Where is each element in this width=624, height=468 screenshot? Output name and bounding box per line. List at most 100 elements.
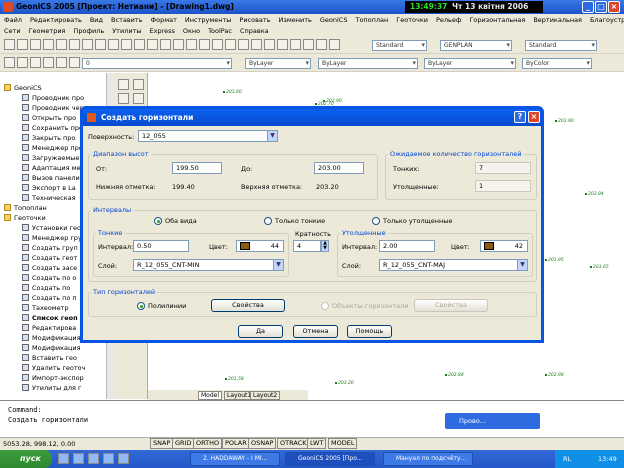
tree-item[interactable]: GeoniCS <box>4 83 42 93</box>
status-toggle-otrack[interactable]: OTRACK <box>277 438 310 449</box>
toolbar-tool-icon[interactable] <box>4 39 15 50</box>
toolbar-tool-icon[interactable] <box>199 39 210 50</box>
tree-item[interactable]: Открыть про <box>22 113 76 123</box>
tree-item[interactable]: Экспорт в La <box>22 183 76 193</box>
menu-item[interactable]: Вертикальная <box>529 14 586 24</box>
menu-item[interactable]: GeoniCS <box>316 14 352 24</box>
layer-tool-icon[interactable] <box>4 57 15 68</box>
tree-item[interactable]: Удалить геоточ <box>22 363 86 373</box>
multiplicity-input[interactable]: 4 <box>293 240 321 252</box>
menu-item[interactable]: Топоплан <box>351 14 392 24</box>
quicklaunch-icon[interactable] <box>118 453 129 464</box>
thin-interval-input[interactable]: 0.50 <box>133 240 189 252</box>
radio-both-types[interactable] <box>154 217 162 225</box>
tree-item[interactable]: Проводник чер <box>22 103 84 113</box>
status-toggle-polar[interactable]: POLAR <box>222 438 250 449</box>
menu-item[interactable]: Геометрия <box>25 25 70 35</box>
multiplicity-spinner[interactable]: ▲ ▼ <box>321 240 329 252</box>
toolbar-tool-icon[interactable] <box>160 39 171 50</box>
tree-item[interactable]: Создать засе <box>22 263 77 273</box>
toolbar-tool-icon[interactable] <box>43 39 54 50</box>
layer-tool-icon[interactable] <box>43 57 54 68</box>
lineweight-select[interactable]: ByLayer <box>424 58 516 69</box>
surface-select[interactable]: 12_055 ▼ <box>138 130 278 142</box>
layer-tool-icon[interactable] <box>69 57 80 68</box>
status-toggle-osnap[interactable]: OSNAP <box>248 438 277 449</box>
radio-thin-only[interactable] <box>264 217 272 225</box>
menu-item[interactable]: Формат <box>147 14 181 24</box>
menu-item[interactable]: Редактировать <box>26 14 86 24</box>
tree-item[interactable]: Топоплан <box>4 203 47 213</box>
thick-layer-select[interactable]: R_12_055_CNT-MAJ ▼ <box>379 259 528 271</box>
menu-item[interactable]: Инструменты <box>181 14 236 24</box>
polyline-properties-button[interactable]: Свойства <box>211 299 285 312</box>
toolbar-tool-icon[interactable] <box>251 39 262 50</box>
tree-item[interactable]: Тахеометр <box>22 303 69 313</box>
taskbar-task[interactable]: GeoniCS 2005 [Про... <box>285 452 375 466</box>
maximize-button[interactable]: □ <box>595 1 607 13</box>
layer-select[interactable]: 0 <box>82 58 232 69</box>
thin-layer-select[interactable]: R_12_055_CNT-MIN ▼ <box>133 259 284 271</box>
quicklaunch-icon[interactable] <box>88 453 99 464</box>
quicklaunch-icon[interactable] <box>58 453 69 464</box>
menu-item[interactable]: ToolPac <box>204 25 236 35</box>
minimized-window[interactable]: Прово... <box>445 413 540 429</box>
toolbar-tool-icon[interactable] <box>186 39 197 50</box>
menu-item[interactable]: Рисовать <box>235 14 274 24</box>
toolbar-tool-icon[interactable] <box>238 39 249 50</box>
tree-item[interactable]: Редактирова <box>22 323 76 333</box>
tree-item[interactable]: Закрыть про <box>22 133 75 143</box>
layer-tool-icon[interactable] <box>17 57 28 68</box>
minimize-button[interactable]: _ <box>582 1 594 13</box>
layout-tab[interactable]: Model <box>198 391 223 400</box>
status-toggle-ortho[interactable]: ORTHO <box>193 438 223 449</box>
tree-item[interactable]: Импорт-экспор <box>22 373 84 383</box>
dim-style-select[interactable]: GENPLAN <box>440 40 512 51</box>
tree-item[interactable]: Создать по п <box>22 293 77 303</box>
menu-item[interactable]: Изменить <box>275 14 316 24</box>
tree-item[interactable]: Проводник про <box>22 93 84 103</box>
toolbar-tool-icon[interactable] <box>134 39 145 50</box>
toolbar-tool-icon[interactable] <box>95 39 106 50</box>
layer-tool-icon[interactable] <box>56 57 67 68</box>
toolbar-tool-icon[interactable] <box>290 39 301 50</box>
status-toggle-lwt[interactable]: LWT <box>307 438 327 449</box>
toolbar-tool-icon[interactable] <box>69 39 80 50</box>
menu-item[interactable]: Справка <box>236 25 273 35</box>
tree-item[interactable]: Загружаемые <box>22 153 79 163</box>
menu-item[interactable]: Express <box>146 25 179 35</box>
menu-item[interactable]: Рельеф <box>432 14 465 24</box>
start-button[interactable]: пуск <box>0 450 52 468</box>
toolbar-tool-icon[interactable] <box>56 39 67 50</box>
plotstyle-select[interactable]: ByColor <box>522 58 592 69</box>
help-button[interactable]: Помощь <box>347 325 392 338</box>
toolbar-tool-icon[interactable] <box>108 39 119 50</box>
draw-tool-icon[interactable] <box>133 93 144 104</box>
toolbar-tool-icon[interactable] <box>212 39 223 50</box>
tree-item[interactable]: Менеджер про <box>22 143 83 153</box>
quicklaunch-icon[interactable] <box>73 453 84 464</box>
radio-thick-only[interactable] <box>372 217 380 225</box>
menu-item[interactable]: Благоустройство <box>586 14 624 24</box>
toolbar-tool-icon[interactable] <box>173 39 184 50</box>
to-input[interactable]: 203.00 <box>314 162 364 174</box>
close-button[interactable]: × <box>608 1 620 13</box>
status-toggle-grid[interactable]: GRID <box>172 438 195 449</box>
tree-item[interactable]: Установки гео <box>22 223 81 233</box>
toolbar-tool-icon[interactable] <box>316 39 327 50</box>
toolbar-tool-icon[interactable] <box>82 39 93 50</box>
tree-item[interactable]: Создать по о <box>22 273 76 283</box>
menu-item[interactable]: Файл <box>0 14 26 24</box>
thick-interval-input[interactable]: 2.00 <box>379 240 435 252</box>
tree-item[interactable]: Техническая <box>22 193 76 203</box>
tree-item[interactable]: Создать груп <box>22 243 78 253</box>
ok-button[interactable]: Да <box>238 325 283 338</box>
radio-contour-objects[interactable] <box>321 302 329 310</box>
text-style-select[interactable]: Standard <box>372 40 427 51</box>
quicklaunch-icon[interactable] <box>103 453 114 464</box>
status-toggle-snap[interactable]: SNAP <box>150 438 174 449</box>
draw-tool-icon[interactable] <box>133 79 144 90</box>
table-style-select[interactable]: Standard <box>525 40 597 51</box>
linetype-select[interactable]: ByLayer <box>318 58 418 69</box>
menu-item[interactable]: Утилиты <box>108 25 145 35</box>
